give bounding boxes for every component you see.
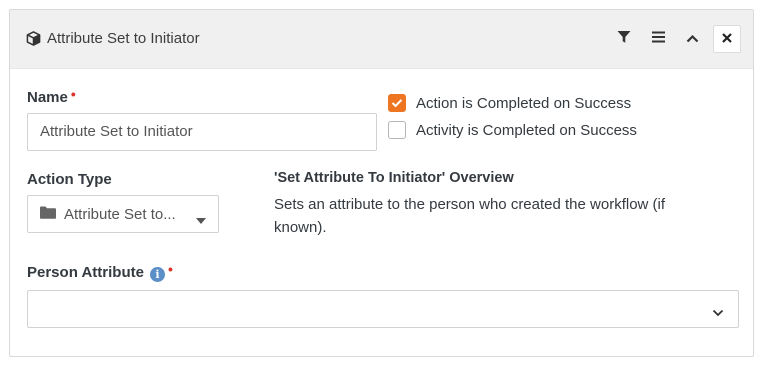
caret-down-icon — [196, 211, 206, 228]
workflow-action-panel: Attribute Set to Initiator Name • Attrib… — [9, 9, 754, 357]
panel-title-text: Attribute Set to Initiator — [47, 30, 200, 47]
filter-button[interactable] — [607, 25, 641, 53]
cube-icon — [26, 31, 41, 46]
activity-completed-checkbox-row[interactable]: Activity is Completed on Success — [388, 121, 637, 139]
name-label: Name • — [27, 86, 76, 106]
close-icon — [722, 30, 732, 48]
header-actions — [607, 25, 741, 53]
info-icon[interactable]: i — [149, 267, 165, 282]
folder-icon — [40, 206, 56, 223]
name-input[interactable]: Attribute Set to Initiator — [27, 113, 377, 151]
overview-title: 'Set Attribute To Initiator' Overview — [274, 170, 514, 186]
name-label-text: Name — [27, 89, 68, 106]
collapse-button[interactable] — [675, 25, 709, 53]
panel-header: Attribute Set to Initiator — [10, 10, 753, 69]
action-type-value: Attribute Set to... — [64, 205, 176, 223]
person-attribute-select[interactable] — [27, 290, 739, 328]
action-completed-label: Action is Completed on Success — [416, 94, 632, 112]
action-type-label: Action Type — [27, 171, 112, 188]
reorder-menu-button[interactable] — [641, 25, 675, 53]
close-button[interactable] — [713, 25, 741, 53]
action-type-picker[interactable]: Attribute Set to... — [27, 195, 219, 233]
activity-completed-checkbox[interactable] — [388, 121, 406, 139]
chevron-up-icon — [686, 30, 699, 48]
activity-completed-label: Activity is Completed on Success — [416, 121, 637, 139]
person-attribute-label-text: Person Attribute — [27, 264, 144, 281]
person-attribute-label: Person Attribute i • — [27, 261, 173, 282]
overview-description: Sets an attribute to the person who crea… — [274, 196, 666, 236]
panel-title[interactable]: Attribute Set to Initiator — [26, 30, 200, 47]
chevron-down-icon — [712, 304, 724, 322]
required-indicator: • — [167, 261, 173, 277]
filter-icon — [617, 30, 631, 49]
action-completed-checkbox[interactable] — [388, 94, 406, 112]
action-completed-checkbox-row[interactable]: Action is Completed on Success — [388, 94, 631, 112]
required-indicator: • — [70, 86, 76, 102]
menu-icon — [651, 30, 665, 48]
